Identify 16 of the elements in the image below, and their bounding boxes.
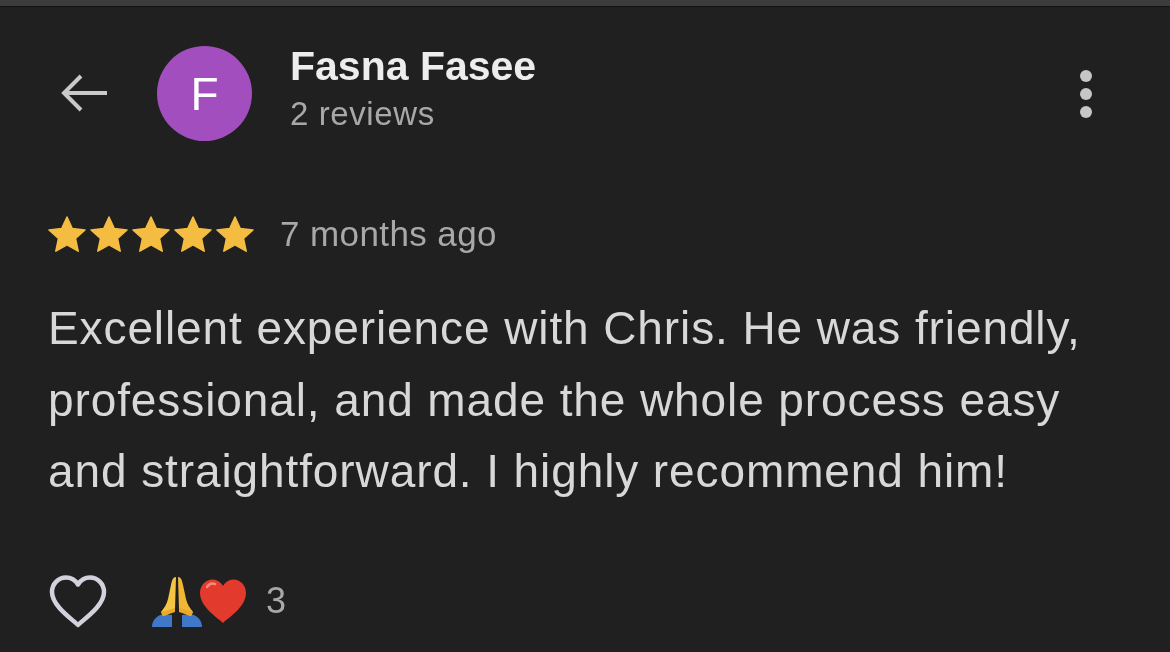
more-options-icon[interactable] (1079, 69, 1093, 119)
reaction-count: 3 (266, 581, 287, 621)
star-icon (132, 215, 170, 253)
review-time: 7 months ago (280, 214, 497, 254)
star-icon (90, 215, 128, 253)
avatar-initial: F (157, 46, 252, 141)
star-icon (216, 215, 254, 253)
heart-icon (198, 578, 248, 624)
star-icon (48, 215, 86, 253)
review-count: 2 reviews (290, 95, 436, 133)
reviewer-name: Fasna Fasee (290, 42, 537, 90)
back-arrow-icon[interactable] (60, 73, 108, 113)
heart-outline-icon[interactable] (48, 573, 108, 629)
review-text: Excellent experience with Chris. He was friendly, professional, and made the whole process easy and straightforward. I highly recommend him! (48, 301, 1082, 499)
star-icon (174, 215, 212, 253)
praying-hands-icon (150, 574, 204, 628)
